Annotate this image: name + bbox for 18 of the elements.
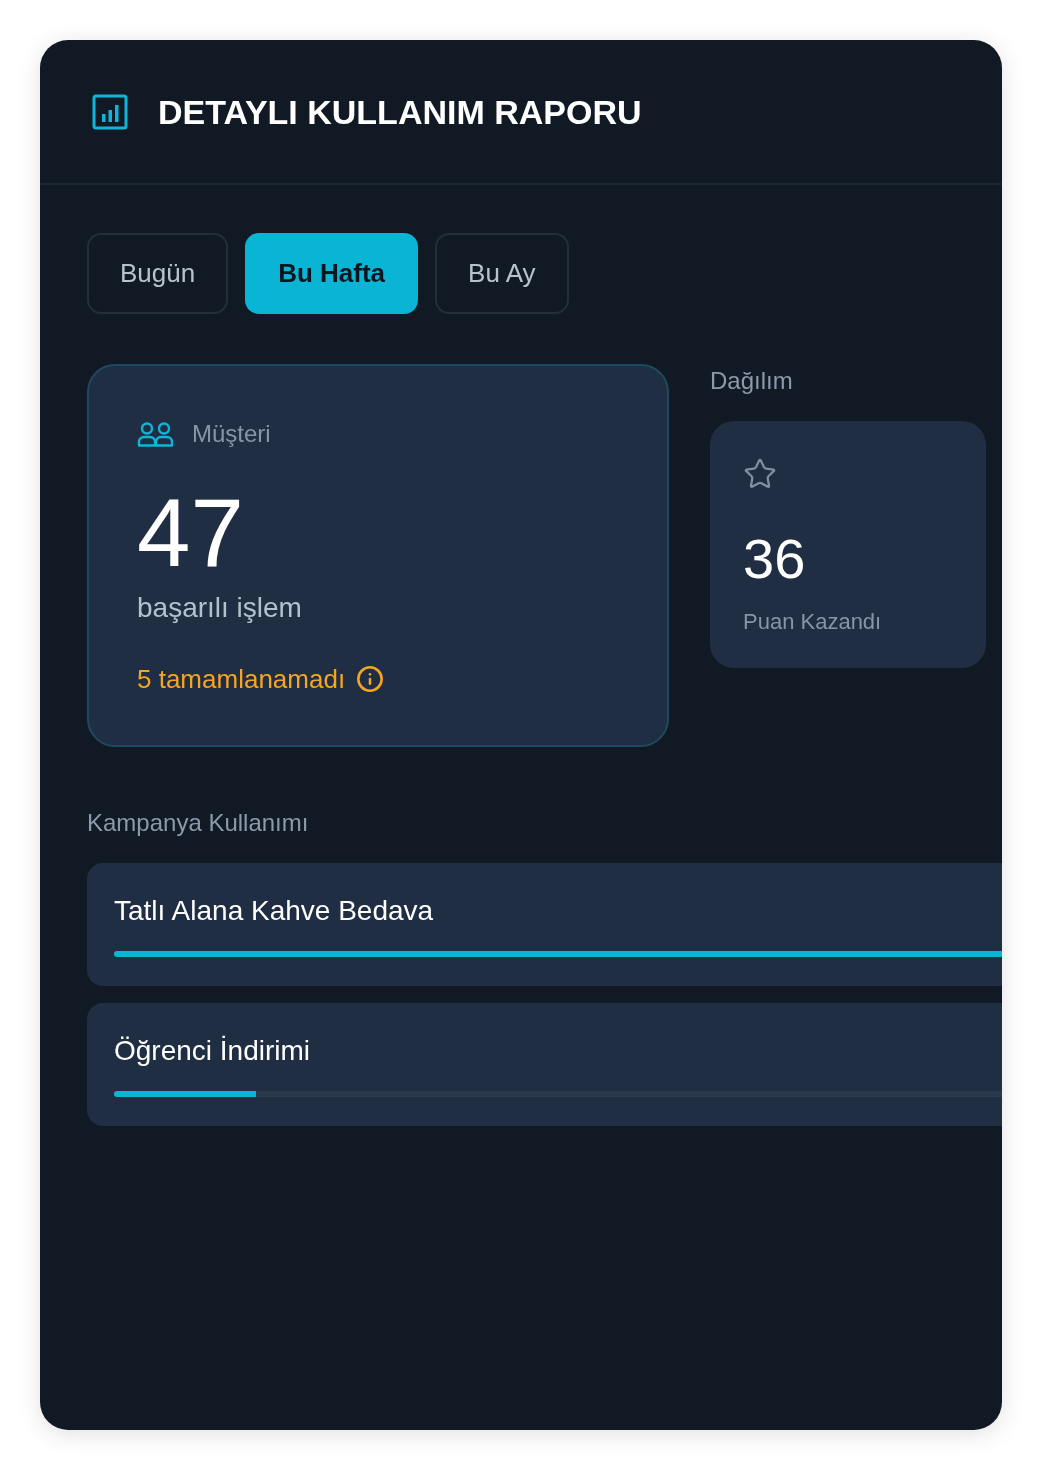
users-icon [137,421,175,447]
period-tab[interactable]: Bu Ay [435,233,569,314]
card-label: Müşteri [192,419,271,449]
period-tab[interactable]: Bugün [87,233,229,314]
campaign-name: Öğrenci İndirimi [114,1034,311,1068]
info-icon[interactable] [356,665,385,693]
customer-count: 47 [137,485,244,581]
warning-text: 5 tamamlanamadı [137,663,346,695]
section-heading: Dağılım [710,366,793,396]
period-tab[interactable]: Bu Hafta [245,233,419,314]
campaign-name: Tatlı Alana Kahve Bedava [114,894,434,928]
bar-chart-icon [92,93,128,130]
points-value: 36 [743,531,806,587]
points-label: Puan Kazandı [743,608,882,636]
section-heading: Kampanya Kullanımı [87,808,309,838]
report-title: DETAYLI KULLANIM RAPORU [158,91,642,133]
card-caption: başarılı işlem [137,591,302,625]
star-icon [743,457,777,491]
